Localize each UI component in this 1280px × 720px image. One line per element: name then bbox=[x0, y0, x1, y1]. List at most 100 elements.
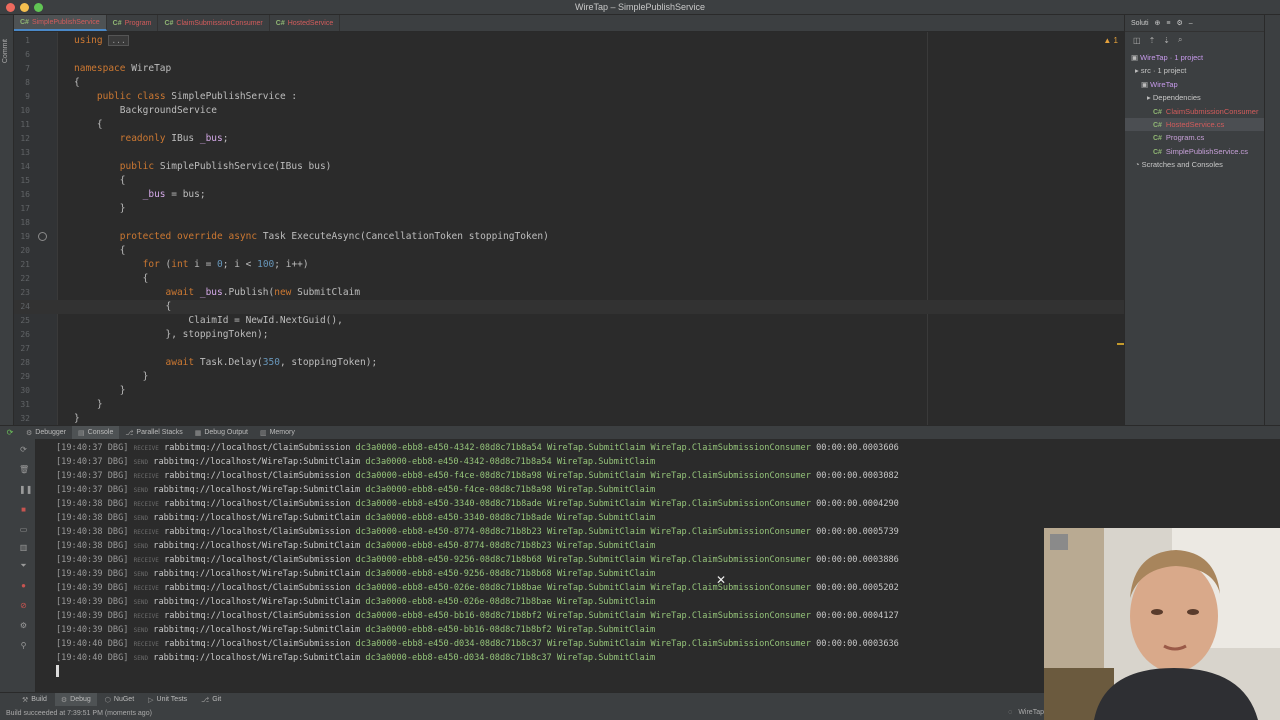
code-editor[interactable]: 1 using ... 6 7 namespace WireTap 8{9 public … bbox=[14, 32, 1124, 425]
code-line[interactable]: 23 await _bus.Publish(new SubmitClaim bbox=[14, 286, 1124, 300]
expand-all-icon[interactable]: ⇡ bbox=[1149, 36, 1156, 45]
debug-tab-parallel-stacks[interactable]: ⎇ Parallel Stacks bbox=[119, 426, 188, 440]
line-number: 32 bbox=[20, 414, 30, 423]
code-line[interactable]: 7 namespace WireTap bbox=[14, 62, 1124, 76]
line-number: 9 bbox=[25, 92, 30, 101]
locate-icon[interactable]: ⊕ bbox=[1155, 19, 1161, 27]
code-line[interactable]: 18 bbox=[14, 216, 1124, 230]
debug-tab-debugger[interactable]: ⚙ Debugger bbox=[20, 426, 72, 440]
tree-item[interactable]: ▸ src · 1 project bbox=[1125, 64, 1186, 77]
hide-panel-icon[interactable]: – bbox=[1189, 20, 1193, 27]
breakpoint-icon[interactable]: ● bbox=[19, 581, 28, 590]
tree-item[interactable]: ▣ WireTap bbox=[1125, 78, 1178, 91]
rerun-debug-icon[interactable]: ⟳ bbox=[0, 428, 20, 437]
scrollbar-marker[interactable] bbox=[1117, 343, 1124, 345]
code-line[interactable]: 15 { bbox=[14, 174, 1124, 188]
editor-tab-2[interactable]: C# ClaimSubmissionConsumer bbox=[158, 15, 270, 31]
code-line[interactable]: 10 BackgroundService bbox=[14, 104, 1124, 118]
editor-tab-3[interactable]: C# HostedService bbox=[270, 15, 341, 31]
bottom-tab-build[interactable]: ⚒ Build bbox=[16, 693, 53, 707]
log-body: dc3a0000-ebb8-e450-3340-08d8c71b8ade Wir… bbox=[355, 499, 811, 509]
tree-item[interactable]: C# SimplePublishService.cs bbox=[1125, 145, 1248, 158]
warning-indicator[interactable]: ▲ 1 bbox=[1103, 36, 1118, 45]
tree-item[interactable]: ▣ WireTap · 1 project bbox=[1125, 51, 1203, 64]
code-line[interactable]: 16 _bus = bus; bbox=[14, 188, 1124, 202]
tree-item[interactable]: C# Program.cs bbox=[1125, 131, 1204, 144]
debug-tab-label: Console bbox=[87, 429, 114, 436]
debug-tab-icon: ▦ bbox=[194, 429, 202, 437]
collapse-all-icon[interactable]: ⇣ bbox=[1163, 36, 1170, 45]
code-line[interactable]: 22 { bbox=[14, 272, 1124, 286]
bottom-tab-git[interactable]: ⎇ Git bbox=[195, 693, 227, 707]
tree-item[interactable]: ◔ Scratches and Consoles bbox=[1125, 158, 1223, 171]
code-line[interactable]: 32} bbox=[14, 412, 1124, 425]
code-line[interactable]: 13 bbox=[14, 146, 1124, 160]
code-line[interactable]: 26 }, stoppingToken); bbox=[14, 328, 1124, 342]
log-uri: rabbitmq://localhost/ClaimSubmission bbox=[164, 443, 351, 453]
code-line[interactable]: 29 } bbox=[14, 370, 1124, 384]
editor-tab-1[interactable]: C# Program bbox=[107, 15, 159, 31]
show-files-icon[interactable]: ◫ bbox=[1133, 36, 1141, 45]
console-line: [19:40:40 DBG] RECEIVE rabbitmq://localh… bbox=[56, 637, 899, 651]
code-line[interactable]: 19 protected override async Task Execute… bbox=[14, 230, 1124, 244]
override-gutter-icon[interactable] bbox=[38, 232, 47, 241]
search-icon[interactable]: ⌕ bbox=[1178, 35, 1182, 45]
folded-region[interactable]: ... bbox=[108, 35, 129, 46]
line-number: 12 bbox=[20, 134, 30, 143]
code-line[interactable]: 17 } bbox=[14, 202, 1124, 216]
stop-icon[interactable]: ■ bbox=[19, 505, 28, 514]
commit-tool-tab[interactable]: Commit bbox=[2, 39, 9, 63]
code-text: namespace WireTap bbox=[74, 63, 172, 74]
debug-tab-console[interactable]: ▤ Console bbox=[72, 425, 120, 440]
code-line[interactable]: 25 ClaimId = NewId.NextGuid(), bbox=[14, 314, 1124, 328]
log-body: dc3a0000-ebb8-e450-bb16-08d8c71b8bf2 Wir… bbox=[355, 611, 811, 621]
line-number: 6 bbox=[25, 50, 30, 59]
code-line[interactable]: 21 for (int i = 0; i < 100; i++) bbox=[14, 258, 1124, 272]
code-line[interactable]: 14 public SimplePublishService(IBus bus) bbox=[14, 160, 1124, 174]
editor-tab-0[interactable]: C# SimplePublishService bbox=[14, 15, 107, 31]
mute-breakpoints-icon[interactable]: ⊘ bbox=[19, 601, 28, 610]
pause-icon[interactable]: ❚❚ bbox=[19, 485, 32, 494]
gear-icon[interactable]: ⚙ bbox=[1176, 19, 1182, 27]
code-line[interactable]: 11 { bbox=[14, 118, 1124, 132]
bottom-tab-nuget[interactable]: ⬡ NuGet bbox=[99, 693, 140, 707]
bottom-tab-unit-tests[interactable]: ▷ Unit Tests bbox=[142, 693, 193, 707]
code-line[interactable]: 6 bbox=[14, 48, 1124, 62]
log-duration: 00:00:00.0004127 bbox=[816, 611, 899, 621]
debug-tab-debug-output[interactable]: ▦ Debug Output bbox=[189, 426, 254, 440]
code-line[interactable]: 1 using ... bbox=[14, 34, 1124, 48]
tree-item[interactable]: C# HostedService.cs bbox=[1125, 118, 1265, 131]
rerun-icon[interactable]: ⟳ bbox=[19, 445, 28, 454]
code-line[interactable]: 30 } bbox=[14, 384, 1124, 398]
csharp-file-icon: C# bbox=[1153, 135, 1164, 143]
settings-icon[interactable]: ⚙ bbox=[19, 621, 28, 630]
code-line[interactable]: 20 { bbox=[14, 244, 1124, 258]
collapse-icon[interactable]: ≡ bbox=[1166, 20, 1170, 27]
code-line[interactable]: 12 readonly IBus _bus; bbox=[14, 132, 1124, 146]
code-line[interactable]: 28 await Task.Delay(350, stoppingToken); bbox=[14, 356, 1124, 370]
line-number: 1 bbox=[25, 36, 30, 45]
pin-icon[interactable]: ⚲ bbox=[19, 641, 28, 650]
bottom-tab-debug[interactable]: ⚙ Debug bbox=[54, 692, 97, 707]
log-timestamp: [19:40:37 DBG] bbox=[56, 457, 129, 467]
layout-icon[interactable]: ▭ bbox=[19, 525, 28, 534]
line-number: 16 bbox=[20, 190, 30, 199]
tree-item[interactable]: C# ClaimSubmissionConsumer bbox=[1125, 105, 1258, 118]
code-line[interactable]: 9 public class SimplePublishService : bbox=[14, 90, 1124, 104]
code-line[interactable]: 24 { bbox=[14, 300, 1124, 314]
console-line: [19:40:37 DBG] SEND rabbitmq://localhost… bbox=[56, 483, 660, 497]
line-number: 19 bbox=[20, 232, 30, 241]
log-timestamp: [19:40:38 DBG] bbox=[56, 499, 129, 509]
status-solution-name[interactable]: WireTap bbox=[1018, 706, 1044, 720]
code-line[interactable]: 27 bbox=[14, 342, 1124, 356]
filter-icon[interactable]: ⏷ bbox=[19, 561, 28, 570]
warning-count: 1 bbox=[1113, 36, 1118, 45]
code-line[interactable]: 8{ bbox=[14, 76, 1124, 90]
code-line[interactable]: 31 } bbox=[14, 398, 1124, 412]
debug-tab-memory[interactable]: ▥ Memory bbox=[254, 426, 301, 440]
tree-item[interactable]: ▸ Dependencies bbox=[1125, 91, 1201, 104]
console-line: [19:40:39 DBG] RECEIVE rabbitmq://localh… bbox=[56, 609, 899, 623]
line-number: 21 bbox=[20, 260, 30, 269]
trash-icon[interactable]: 🗑 bbox=[19, 465, 29, 474]
split-icon[interactable]: ▥ bbox=[19, 543, 28, 552]
